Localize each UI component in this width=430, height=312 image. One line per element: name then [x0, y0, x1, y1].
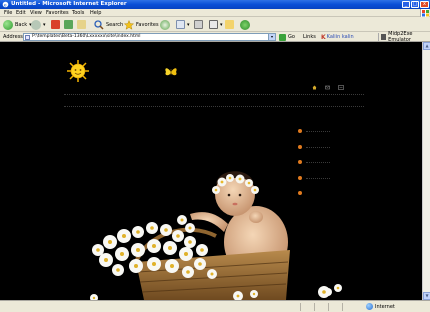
refresh-icon [64, 20, 73, 29]
ie-icon: e [2, 1, 9, 8]
edit-icon [209, 20, 218, 29]
history-icon [160, 19, 170, 30]
scroll-up-icon[interactable]: ▲ [423, 42, 430, 50]
close-button[interactable]: x [420, 1, 429, 8]
maximize-button[interactable]: □ [411, 1, 419, 8]
refresh-button[interactable] [64, 19, 73, 30]
print-icon [194, 20, 203, 29]
title-bar: e Untitled - Microsoft Internet Explorer… [0, 0, 430, 9]
kaliin-logo-icon: K [321, 33, 326, 41]
menu-edit[interactable]: Edit [16, 10, 26, 16]
back-arrow-icon [3, 19, 13, 30]
status-segment [314, 303, 328, 311]
mail-icon [176, 20, 185, 29]
print-button[interactable] [194, 19, 203, 30]
address-url: P:\templates\Beta-1360\Lxxxxxx\site\inde… [32, 34, 141, 39]
toolbar: Back ▾ ▾ Search Favorites ▾ ▾ [0, 17, 430, 32]
dropdown-arrow-icon[interactable]: ▾ [220, 22, 223, 28]
messenger-icon [240, 19, 250, 30]
window-title: Untitled - Microsoft Internet Explorer [11, 1, 127, 7]
mail-nav-icon[interactable] [325, 85, 330, 90]
home-icon [77, 20, 86, 29]
status-segment [328, 303, 342, 311]
daisy-icon [318, 284, 342, 298]
kaliin-label: Kaliin kalin [326, 34, 354, 40]
mail-button[interactable]: ▾ [176, 19, 190, 30]
stop-button[interactable] [51, 19, 60, 30]
daisy-bouquet [92, 215, 217, 279]
search-icon [94, 19, 104, 30]
address-bar: Address P:\templates\Beta-1360\Lxxxxxx\s… [0, 31, 430, 43]
folder-icon [225, 20, 234, 29]
sitemap-nav-icon[interactable] [338, 85, 344, 90]
address-input[interactable]: P:\templates\Beta-1360\Lxxxxxx\site\inde… [23, 33, 276, 41]
stop-icon [51, 20, 60, 29]
windows-logo-icon [420, 9, 429, 17]
home-button[interactable] [77, 19, 86, 30]
menu-help[interactable]: Help [90, 10, 101, 16]
status-segment [300, 303, 314, 311]
edit-button[interactable]: ▾ [209, 19, 223, 30]
zone-label: Internet [375, 303, 395, 310]
back-label: Back [15, 21, 28, 28]
status-bar: Internet [0, 300, 430, 312]
links-button[interactable]: Links [303, 34, 316, 40]
home-nav-icon[interactable] [312, 85, 317, 90]
go-label: Go [288, 34, 295, 40]
folder-button[interactable] [225, 19, 234, 30]
header-separator [64, 106, 364, 107]
svg-text:e: e [4, 2, 7, 8]
go-arrow-icon [279, 33, 286, 41]
menu-view[interactable]: View [30, 10, 42, 16]
favorites-label: Favorites [136, 21, 159, 28]
menu-favorites[interactable]: Favorites [46, 10, 69, 16]
emulator-icon [381, 34, 387, 40]
page-icon [25, 35, 30, 40]
header-separator [64, 94, 364, 95]
kaliin-button[interactable]: K Kaliin kalin [321, 33, 354, 41]
butterfly-icon [165, 68, 177, 76]
dropdown-arrow-icon[interactable]: ▾ [187, 22, 190, 28]
status-segment [342, 303, 364, 311]
globe-icon [366, 303, 373, 310]
history-button[interactable] [160, 19, 170, 30]
dropdown-arrow-icon[interactable]: ▾ [43, 22, 46, 28]
menu-tools[interactable]: Tools [72, 10, 84, 16]
star-icon [124, 19, 134, 30]
menu-bar: File Edit View Favorites Tools Help [0, 9, 430, 17]
address-dropdown-icon[interactable]: ▾ [268, 34, 275, 40]
go-button[interactable]: Go [279, 33, 295, 41]
page-content [0, 42, 422, 300]
sun-logo-icon [67, 60, 89, 82]
search-label: Search [106, 21, 124, 28]
scroll-down-icon[interactable]: ▼ [423, 292, 430, 300]
favorites-button[interactable]: Favorites [124, 19, 159, 30]
back-button[interactable]: Back ▾ [3, 19, 32, 30]
messenger-button[interactable] [240, 19, 250, 30]
minimize-button[interactable]: _ [402, 1, 410, 8]
baby-with-daisies-photo [90, 171, 332, 300]
forward-arrow-icon [31, 19, 41, 30]
search-button[interactable]: Search [94, 19, 123, 30]
emulator-button[interactable]: Midp2Exe Emulator [378, 31, 430, 43]
address-label: Address [3, 34, 23, 40]
menu-file[interactable]: File [4, 10, 12, 16]
vertical-scrollbar[interactable]: ▲ ▼ [422, 42, 430, 300]
forward-button[interactable]: ▾ [31, 19, 46, 30]
security-zone: Internet [366, 303, 395, 310]
